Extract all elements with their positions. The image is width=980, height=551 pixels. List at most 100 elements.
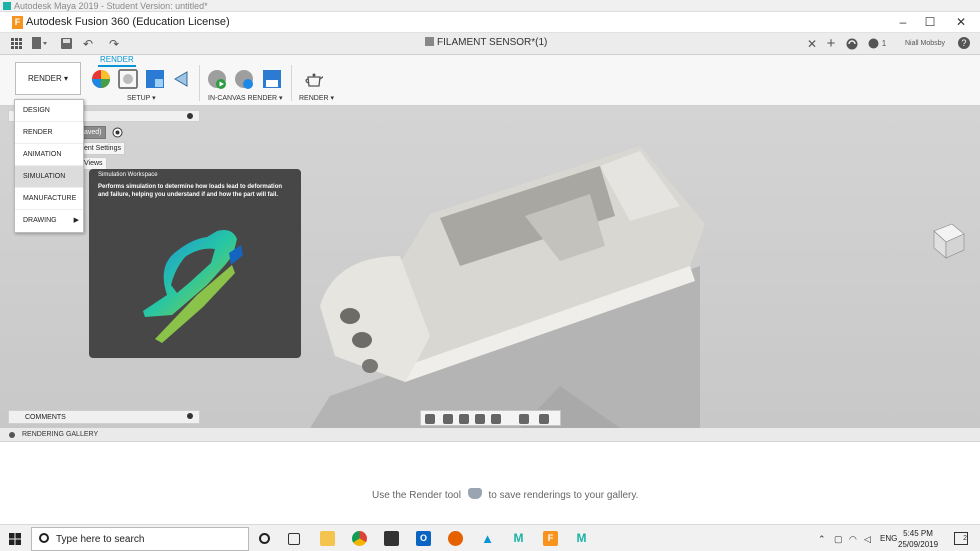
rendering-gallery: Use the Render tool to save renderings t…	[0, 442, 980, 524]
zoom-icon[interactable]	[475, 414, 485, 424]
maya-taskbar-icon[interactable]: M	[511, 531, 526, 546]
in-canvas-render-group-label[interactable]: IN-CANVAS RENDER ▾	[208, 94, 283, 102]
input-language[interactable]: ENG	[880, 534, 897, 543]
file-explorer-icon[interactable]	[320, 531, 335, 546]
app-icon[interactable]	[384, 531, 399, 546]
maya-window-title: Autodesk Maya 2019 - Student Version: un…	[14, 1, 208, 11]
model-hole	[352, 332, 372, 348]
save-icon[interactable]	[61, 38, 72, 49]
tooltip-title: Simulation Workspace	[98, 172, 158, 178]
texture-map-icon[interactable]	[145, 69, 165, 89]
user-name[interactable]: Niall Mobsby	[903, 36, 947, 52]
cortana-icon[interactable]	[259, 533, 270, 544]
document-tab: FILAMENT SENSOR*(1)	[425, 37, 547, 48]
look-at-icon[interactable]	[443, 414, 453, 424]
maximize-button[interactable]: ☐	[919, 15, 941, 30]
grid-settings-icon[interactable]	[539, 414, 549, 424]
fusion-taskbar-icon[interactable]: F	[543, 531, 558, 546]
notification-count: 2	[963, 535, 967, 542]
display-settings-icon[interactable]	[519, 414, 529, 424]
search-placeholder: Type here to search	[56, 534, 145, 545]
chrome-icon[interactable]	[352, 531, 367, 546]
in-canvas-render-icon[interactable]	[207, 69, 227, 89]
window-title-bar: F Autodesk Fusion 360 (Education License…	[0, 12, 980, 33]
clock-time: 5:45 PM	[903, 529, 933, 538]
workspace-tooltip: Simulation Workspace Performs simulation…	[89, 169, 301, 358]
volume-icon[interactable]: ◁	[864, 534, 871, 545]
pan-hand-icon[interactable]	[459, 414, 469, 424]
workspace-menu: DESIGN RENDER ANIMATION SIMULATION MANUF…	[14, 99, 84, 233]
windows-start-icon[interactable]	[9, 533, 21, 545]
comments-label: COMMENTS	[25, 414, 66, 421]
setup-group-label[interactable]: SETUP ▾	[127, 94, 156, 102]
help-icon[interactable]: ?	[958, 37, 970, 49]
redo-icon[interactable]: ↷	[106, 36, 122, 52]
wifi-icon[interactable]: ◠	[849, 534, 857, 545]
submenu-arrow-icon: ▶	[73, 217, 79, 224]
quick-access-toolbar: ↶ ↷ FILAMENT SENSOR*(1) ✕ + 1 Niall Mobs…	[0, 33, 980, 55]
add-comment-icon[interactable]	[187, 413, 193, 419]
close-button[interactable]: ✕	[950, 15, 972, 30]
system-clock[interactable]: 5:45 PM 25/09/2019	[898, 528, 938, 550]
file-menu-icon[interactable]	[32, 37, 48, 50]
fit-icon[interactable]	[491, 414, 501, 424]
workspace-item-design[interactable]: DESIGN	[15, 100, 83, 122]
ribbon-separator	[291, 65, 292, 101]
capture-image-icon[interactable]	[262, 69, 282, 89]
workspace-item-render[interactable]: RENDER	[15, 122, 83, 144]
workspace-item-simulation[interactable]: SIMULATION	[15, 166, 83, 188]
fusion-app-icon: F	[12, 16, 23, 29]
in-canvas-render-settings-icon[interactable]	[234, 69, 254, 89]
workspace-item-drawing-label: DRAWING	[23, 217, 57, 224]
job-status-icon[interactable]	[846, 38, 858, 50]
orbit-icon[interactable]	[425, 414, 435, 424]
window-title: Autodesk Fusion 360 (Education License)	[26, 16, 230, 28]
render-teapot-icon	[467, 488, 482, 499]
show-hidden-icons-icon[interactable]: ⌃	[818, 534, 826, 545]
render-group-label[interactable]: RENDER ▾	[299, 94, 334, 102]
gallery-empty-message: Use the Render tool to save renderings t…	[372, 488, 638, 501]
appearance-icon[interactable]	[91, 69, 111, 89]
close-tab-button[interactable]: ✕	[805, 36, 819, 52]
notifications-icon[interactable]	[868, 38, 879, 49]
scene-settings-icon[interactable]	[118, 69, 138, 89]
radio-target-icon[interactable]	[112, 127, 123, 138]
data-panel-grid-icon[interactable]	[11, 38, 22, 49]
panel-collapse-icon[interactable]	[187, 113, 193, 119]
render-teapot-icon[interactable]	[303, 69, 323, 89]
tab-render[interactable]: RENDER	[98, 55, 136, 67]
gallery-message-end: to save renderings to your gallery.	[488, 490, 639, 501]
maya-window-title-bar: Autodesk Maya 2019 - Student Version: un…	[0, 0, 980, 12]
gallery-message-start: Use the Render tool	[372, 490, 461, 501]
workspace-item-animation[interactable]: ANIMATION	[15, 144, 83, 166]
undo-icon[interactable]: ↶	[80, 36, 96, 52]
view-cube[interactable]	[933, 223, 965, 259]
simulation-preview-image	[143, 230, 243, 343]
minimize-button[interactable]: –	[892, 15, 914, 30]
browser-environment-settings[interactable]: ent Settings	[80, 142, 125, 155]
firefox-icon[interactable]	[448, 531, 463, 546]
comments-panel[interactable]: COMMENTS	[8, 410, 200, 424]
taskbar-search-box[interactable]: Type here to search	[31, 527, 249, 551]
network-icon[interactable]: ▢	[834, 534, 843, 545]
document-title: FILAMENT SENSOR*(1)	[437, 37, 548, 48]
workspace-switcher[interactable]: RENDER ▾	[15, 62, 81, 95]
autodesk-app-icon[interactable]: ▲	[480, 531, 495, 546]
outlook-icon[interactable]: O	[416, 531, 431, 546]
new-tab-button[interactable]: +	[824, 36, 838, 52]
workspace-item-drawing[interactable]: DRAWING ▶	[15, 210, 83, 232]
model-hole	[362, 359, 378, 373]
ribbon: RENDER ▾ RENDER SETUP ▾ IN-CANVAS RENDER…	[0, 55, 980, 106]
rendering-gallery-header[interactable]: RENDERING GALLERY	[0, 428, 980, 442]
ribbon-separator	[199, 65, 200, 101]
task-view-icon[interactable]	[288, 533, 300, 545]
action-center-icon[interactable]: 2	[954, 532, 968, 545]
search-icon	[39, 533, 49, 543]
maya-taskbar-icon-2[interactable]: M	[574, 531, 589, 546]
component-cube-icon	[425, 37, 434, 46]
workspace-item-manufacture[interactable]: MANUFACTURE	[15, 188, 83, 210]
tooltip-description: Performs simulation to determine how loa…	[98, 184, 283, 198]
collapse-gallery-icon[interactable]	[9, 432, 15, 438]
decal-icon[interactable]	[172, 69, 192, 89]
clock-date: 25/09/2019	[898, 540, 939, 549]
